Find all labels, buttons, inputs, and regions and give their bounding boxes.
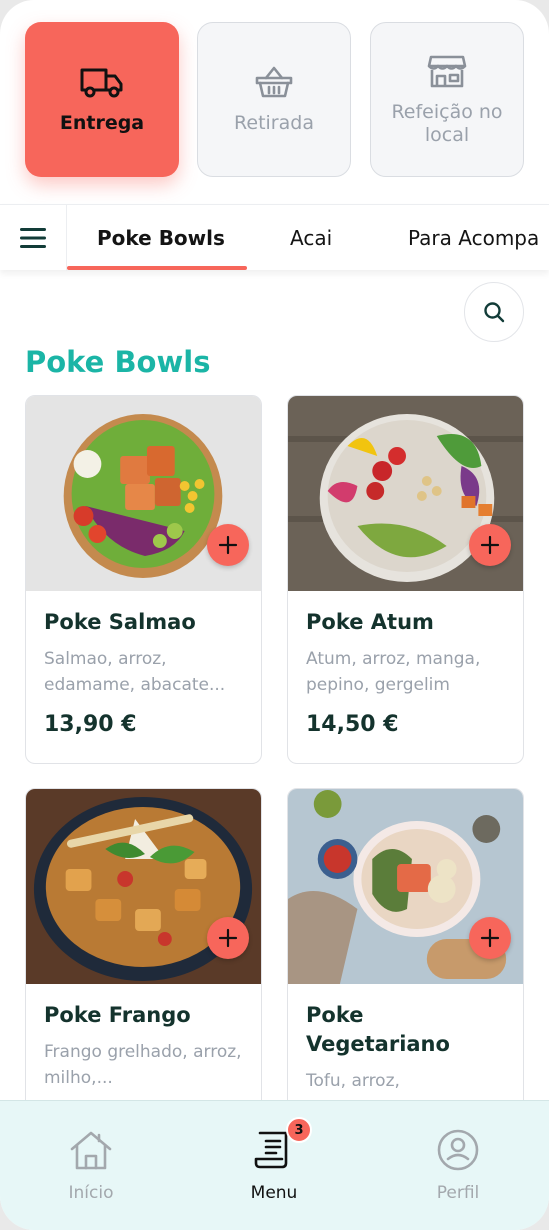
tab-poke-bowls[interactable]: Poke Bowls xyxy=(97,205,225,271)
categories-menu-button[interactable] xyxy=(0,205,67,271)
product-card[interactable]: Poke Salmao Salmao, arroz, edamame, abac… xyxy=(25,395,262,764)
product-description: Salmao, arroz, edamame, abacate... xyxy=(44,649,226,695)
add-to-cart-button[interactable] xyxy=(207,917,249,959)
truck-icon xyxy=(79,64,125,100)
search-button[interactable] xyxy=(464,282,524,342)
plus-icon xyxy=(480,928,500,948)
product-name: Poke Vegetariano xyxy=(306,1003,450,1056)
home-icon xyxy=(31,1127,151,1173)
product-name: Poke Atum xyxy=(306,610,434,634)
bottom-navigation: Início 3 Menu Perfil xyxy=(0,1100,549,1230)
mode-label: Retirada xyxy=(234,112,314,134)
basket-icon xyxy=(254,64,294,100)
cart-count-badge: 3 xyxy=(286,1117,312,1143)
product-card[interactable]: Poke Atum Atum, arroz, manga, pepino, ge… xyxy=(287,395,524,764)
category-tab-bar: Poke Bowls Acai Para Acompa xyxy=(0,204,549,271)
product-description: Atum, arroz, manga, pepino, gergelim xyxy=(306,649,481,695)
profile-icon xyxy=(398,1127,518,1173)
add-to-cart-button[interactable] xyxy=(469,917,511,959)
mode-pickup-button[interactable]: Retirada xyxy=(197,22,351,177)
hamburger-icon xyxy=(20,228,46,248)
app-screen: Entrega Retirada Refeição no local Poke … xyxy=(0,0,549,1230)
menu-receipt-icon: 3 xyxy=(214,1117,334,1173)
product-description: Tofu, arroz, xyxy=(306,1071,400,1091)
plus-icon xyxy=(218,928,238,948)
nav-label: Início xyxy=(68,1183,114,1203)
service-mode-selector: Entrega Retirada Refeição no local xyxy=(25,22,524,177)
product-description: Frango grelhado, arroz, milho,... xyxy=(44,1042,242,1088)
search-icon xyxy=(484,302,505,323)
tab-para-acompanhar[interactable]: Para Acompa xyxy=(408,205,539,271)
storefront-icon xyxy=(427,53,467,89)
mode-label: Refeição no local xyxy=(391,100,503,146)
product-price: 14,50 € xyxy=(306,712,399,737)
mode-delivery-button[interactable]: Entrega xyxy=(25,22,179,177)
section-title: Poke Bowls xyxy=(25,345,211,379)
plus-icon xyxy=(480,535,500,555)
tab-acai[interactable]: Acai xyxy=(290,205,332,271)
nav-profile[interactable]: Perfil xyxy=(398,1127,518,1203)
product-name: Poke Salmao xyxy=(44,610,196,634)
nav-home[interactable]: Início xyxy=(31,1127,151,1203)
mode-dine-in-button[interactable]: Refeição no local xyxy=(370,22,524,177)
nav-menu[interactable]: 3 Menu xyxy=(214,1117,334,1203)
add-to-cart-button[interactable] xyxy=(469,524,511,566)
mode-label: Entrega xyxy=(59,112,145,134)
plus-icon xyxy=(218,535,238,555)
active-tab-indicator xyxy=(67,266,247,270)
nav-label: Menu xyxy=(250,1183,298,1203)
add-to-cart-button[interactable] xyxy=(207,524,249,566)
product-price: 13,90 € xyxy=(44,712,137,737)
nav-label: Perfil xyxy=(436,1183,480,1203)
product-name: Poke Frango xyxy=(44,1003,191,1027)
